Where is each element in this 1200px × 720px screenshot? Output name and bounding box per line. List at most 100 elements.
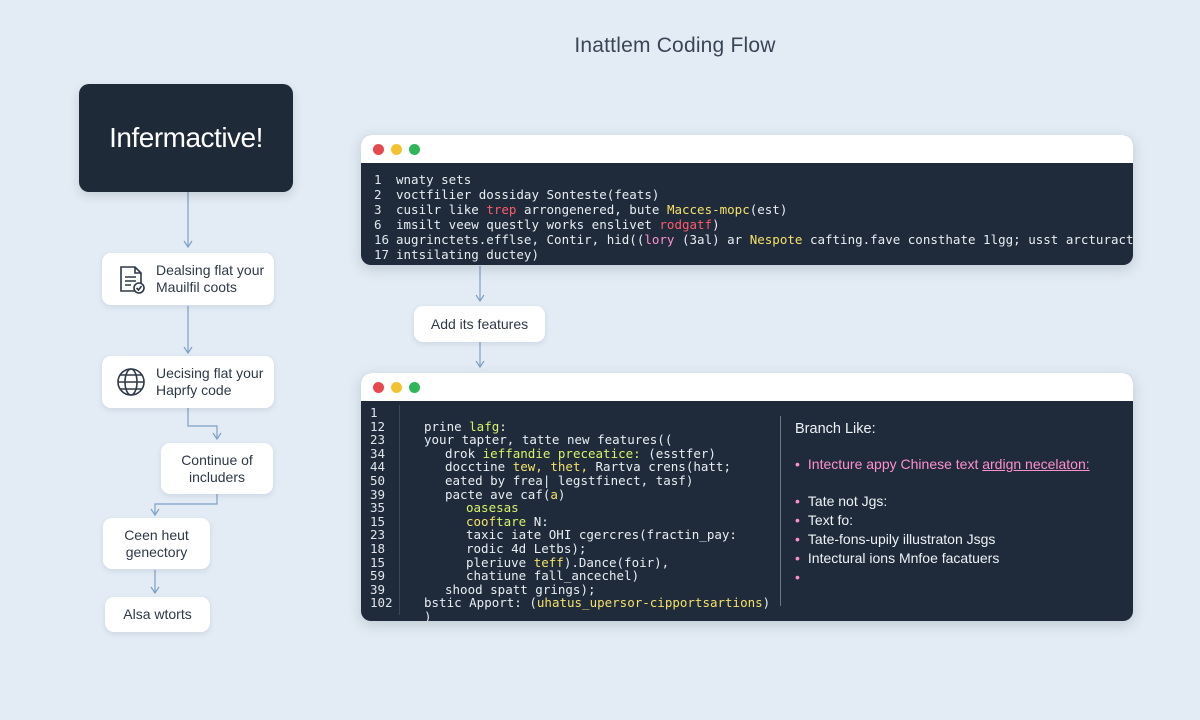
code-text: augrinctets.efflse, Contir, hid((lory (3… (396, 232, 1133, 247)
flow-node-2-text: Uecising flat your Haprfy code (156, 365, 264, 398)
line-number: 3 (374, 202, 382, 217)
code-text: rodic 4d Letbs); (410, 542, 586, 556)
code-token: (3al) ar (674, 232, 750, 247)
code-text: eated by frea| legstfinect, tasf) (410, 474, 693, 488)
code-token: cusilr like (396, 202, 487, 217)
bullet-dot-icon: • (795, 531, 800, 547)
maximize-dot-icon[interactable] (409, 381, 420, 393)
code-token: arrongenered, bute (516, 202, 667, 217)
code-line: 6 imsilt veew questly works enslivet rodg… (374, 217, 1133, 232)
line-number: 2 (374, 187, 382, 202)
code-token: ) (424, 608, 432, 621)
close-dot-icon[interactable] (373, 381, 384, 393)
maximize-dot-icon[interactable] (409, 143, 420, 155)
code-text: pleriuve teff).Dance(foir), (410, 555, 669, 570)
code-token: intsilating ductey) (396, 247, 539, 262)
code-token: ) (762, 595, 771, 611)
bullet-text: Intectural ions Mnfoe facatuers (807, 550, 1000, 566)
line-number: 102 (370, 595, 393, 611)
code-text: docctine tew, thet, Rartva crens(hatt; (410, 460, 731, 474)
line-number: 12 (370, 418, 386, 434)
bullet-dot-icon: • (795, 550, 800, 566)
line-number: 39 (370, 486, 386, 502)
code-text: cooftare N: (410, 514, 549, 529)
line-number: 23 (370, 432, 386, 448)
code-token: (est) (749, 202, 788, 217)
top-code-window: 1 wnaty sets 2 voctfilier dossiday Sonteste… (361, 135, 1133, 265)
center-node-text: Add its features (430, 315, 529, 332)
code-text: drok ieffandie preceatice: (esstfer) (410, 446, 716, 461)
globe-icon (117, 368, 145, 396)
code-token: bstic Apport: ( (424, 595, 537, 611)
bullet-text: Tate-fons-upily illustraton Jsgs (807, 531, 996, 547)
top-code-area[interactable]: 1 wnaty sets 2 voctfilier dossiday Sonteste… (361, 163, 1133, 262)
code-line: 3 cusilr like trep arrongenered, bute Mac… (374, 202, 1133, 217)
connector-node3-node4 (154, 494, 218, 514)
bullet-dot-icon: • (795, 569, 800, 585)
code-line: ) (370, 610, 1133, 621)
code-token: voctfilier dossiday Sonteste(feats) (396, 187, 660, 202)
code-token: ) (712, 217, 720, 232)
code-token: wnaty sets (396, 172, 472, 187)
code-token: cafting.fave consthate 1lgg; usst arctur… (802, 232, 1133, 247)
bullet-text: Tate not Jgs: (807, 493, 888, 509)
line-number: 34 (370, 445, 386, 461)
bullet-link[interactable]: ardign necelaton: (982, 456, 1089, 472)
line-number: 39 (370, 581, 386, 597)
code-token: augrinctets.efflse, Contir, hid(( (396, 232, 645, 247)
code-text: pacte ave caf(a) (410, 486, 566, 502)
code-text: wnaty sets (396, 172, 471, 187)
top-window-titlebar (361, 135, 1133, 163)
code-line: 2 voctfilier dossiday Sonteste(feats) (374, 187, 1133, 202)
line-number: 18 (370, 540, 386, 556)
code-text: intsilating ductey) (396, 247, 539, 262)
code-token: lory (644, 232, 675, 247)
flow-node-3[interactable]: Continue of includers (161, 443, 273, 494)
flow-node-5[interactable]: Alsa wtorts (105, 597, 210, 632)
code-text: prine lafg: (410, 419, 507, 434)
code-token: imsilt veew questly works enslivet (396, 217, 660, 232)
hero-box: Infermactive! (79, 84, 293, 192)
flow-node-1[interactable]: Dealsing flat your Mauilfil coots (102, 253, 274, 305)
flow-node-2[interactable]: Uecising flat your Haprfy code (102, 356, 274, 408)
branch-bullet: • Tate-fons-upily illustraton Jsgs (795, 530, 1130, 549)
line-number: 1 (374, 172, 382, 187)
code-text: your tapter, tatte new features(( (410, 433, 672, 447)
line-number: 23 (370, 527, 386, 543)
flow-node-1-text: Dealsing flat your Mauilfil coots (156, 262, 265, 295)
code-text: taxic iate OHI cgercres(fractin_pay: (410, 528, 737, 542)
code-token: a (550, 486, 558, 502)
minimize-dot-icon[interactable] (391, 381, 402, 393)
code-text: imsilt veew questly works enslivet rodga… (396, 217, 720, 232)
flow-node-4[interactable]: Ceen heut genectory (103, 518, 210, 569)
line-number: 17 (374, 247, 390, 262)
code-line: 1 wnaty sets (374, 172, 1133, 187)
gutter-divider (399, 405, 400, 615)
code-text: chatiune fall_ancechel) (410, 569, 639, 583)
bullet-text: Intecture appy Chinese text (807, 456, 983, 472)
bottom-window-titlebar (361, 373, 1133, 401)
line-number: 6 (374, 217, 382, 232)
flow-node-3-text: Continue of includers (181, 451, 253, 485)
code-text: voctfilier dossiday Sonteste(feats) (396, 187, 659, 202)
document-check-icon (120, 266, 145, 294)
code-line: 17 intsilating ductey) (374, 247, 1133, 262)
code-token: Nespote (749, 232, 803, 247)
branch-heading: Branch Like: (795, 421, 876, 437)
code-token: uhatus_upersor-cipportsartions (536, 595, 763, 611)
branch-bullet: • Tate not Jgs: (795, 492, 1130, 511)
line-number: 15 (370, 513, 386, 529)
minimize-dot-icon[interactable] (391, 143, 402, 155)
close-dot-icon[interactable] (373, 143, 384, 155)
line-number: 16 (374, 232, 390, 247)
branch-bullet: • Text fo: (795, 511, 1130, 530)
bullet-dot-icon: • (795, 493, 800, 509)
code-token: ) (557, 486, 566, 502)
line-number: 59 (370, 568, 386, 584)
code-token: rodgatf (659, 217, 713, 232)
center-node[interactable]: Add its features (414, 306, 545, 342)
code-line: 16 augrinctets.efflse, Contir, hid((lory … (374, 232, 1133, 247)
code-token: trep (486, 202, 517, 217)
code-text: cusilr like trep arrongenered, bute Macc… (396, 202, 787, 217)
line-number: 35 (370, 500, 386, 516)
